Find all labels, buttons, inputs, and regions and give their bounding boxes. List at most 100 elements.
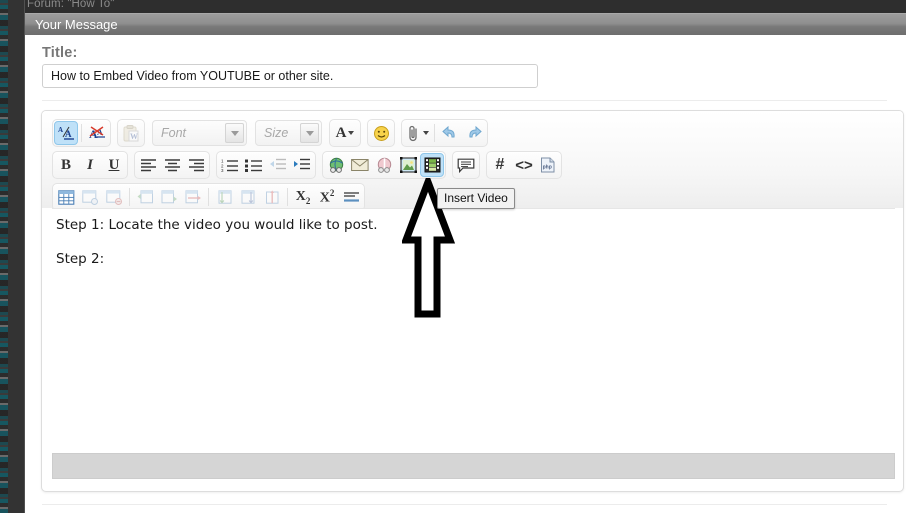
breadcrumb: Forum: "How To" bbox=[27, 0, 115, 10]
envelope-glyph bbox=[351, 159, 369, 171]
body-line-2-blank bbox=[56, 234, 895, 251]
broken-globe-glyph bbox=[377, 157, 391, 173]
bold-glyph: B bbox=[60, 156, 71, 173]
undo-icon[interactable] bbox=[438, 121, 462, 145]
insert-video-icon[interactable] bbox=[420, 153, 444, 177]
bold-icon[interactable]: B bbox=[54, 153, 78, 177]
toolbar-group-table: X2 X2 bbox=[52, 183, 365, 211]
insert-link-icon[interactable] bbox=[324, 153, 348, 177]
font-family-dropdown[interactable]: Font bbox=[152, 120, 247, 146]
unordered-list-icon[interactable] bbox=[242, 153, 266, 177]
left-rail-edge bbox=[24, 0, 25, 513]
table-properties-glyph bbox=[81, 189, 98, 205]
ordered-list-glyph: 1 2 3 bbox=[221, 159, 238, 172]
smiley-icon[interactable] bbox=[369, 121, 393, 145]
align-center-icon[interactable] bbox=[160, 153, 184, 177]
toolbar-group-smiley bbox=[367, 119, 395, 147]
toolbar-group-bius: B I U bbox=[52, 151, 128, 179]
toolbar-divider bbox=[287, 188, 288, 206]
attachment-icon[interactable] bbox=[403, 121, 431, 145]
ordered-list-icon[interactable]: 1 2 3 bbox=[218, 153, 242, 177]
redo-icon[interactable] bbox=[462, 121, 486, 145]
outdent-glyph bbox=[270, 158, 286, 170]
text-color-glyph: A bbox=[335, 124, 347, 141]
insert-row-glyph bbox=[137, 189, 153, 203]
php-file-glyph: php bbox=[541, 157, 555, 173]
paperclip-glyph bbox=[408, 125, 417, 141]
insert-hash-icon[interactable]: # bbox=[488, 153, 512, 177]
globe-link-glyph bbox=[329, 157, 343, 173]
toolbar-divider bbox=[208, 188, 209, 206]
insert-email-icon[interactable] bbox=[348, 153, 372, 177]
subscript-glyph: X2 bbox=[295, 188, 311, 206]
merge-cells-icon[interactable] bbox=[212, 185, 236, 209]
title-separator bbox=[42, 100, 887, 101]
toolbar-group-spell: A A A A bbox=[52, 119, 111, 147]
align-left-icon[interactable] bbox=[136, 153, 160, 177]
outdent-icon[interactable] bbox=[266, 153, 290, 177]
insert-column-icon[interactable] bbox=[157, 185, 181, 209]
smiley-glyph bbox=[373, 125, 389, 141]
svg-text:W: W bbox=[130, 132, 138, 141]
insert-video-tooltip: Insert Video bbox=[437, 188, 515, 209]
italic-icon[interactable]: I bbox=[78, 153, 102, 177]
insert-image-icon[interactable] bbox=[396, 153, 420, 177]
body-line-3: Step 2: bbox=[56, 251, 105, 267]
text-color-icon[interactable]: A bbox=[331, 121, 359, 145]
split-cell-glyph bbox=[241, 189, 254, 204]
font-size-dropdown[interactable]: Size bbox=[255, 120, 322, 146]
paste-word-glyph: W bbox=[123, 124, 139, 141]
toolbar-group-quote bbox=[452, 151, 480, 179]
align-right-glyph bbox=[188, 159, 204, 172]
insert-php-icon[interactable]: php bbox=[536, 153, 560, 177]
toolbar-group-align bbox=[134, 151, 210, 179]
insert-row-icon[interactable] bbox=[133, 185, 157, 209]
superscript-icon[interactable]: X2 bbox=[315, 185, 339, 209]
table-properties-icon[interactable] bbox=[78, 185, 102, 209]
insert-table-icon[interactable] bbox=[54, 185, 78, 209]
remove-formatting-icon[interactable]: A A bbox=[85, 121, 109, 145]
chevron-down-icon[interactable] bbox=[300, 123, 319, 143]
chevron-down-icon[interactable] bbox=[225, 123, 244, 143]
paste-from-word-icon[interactable]: W bbox=[119, 121, 143, 145]
left-rail bbox=[0, 0, 25, 513]
title-label: Title: bbox=[42, 45, 78, 61]
font-family-label: Font bbox=[161, 126, 187, 140]
superscript-glyph: X2 bbox=[319, 187, 335, 206]
toolbar-group-lists: 1 2 3 bbox=[216, 151, 316, 179]
bottom-separator bbox=[42, 504, 887, 505]
rich-text-editor: A A A A W Font Size A B I U 1 2 3 # <> p… bbox=[41, 110, 904, 492]
split-cell-icon[interactable] bbox=[236, 185, 260, 209]
film-strip-glyph bbox=[424, 157, 440, 173]
title-input[interactable] bbox=[42, 64, 538, 88]
svg-text:3: 3 bbox=[221, 168, 224, 172]
remove-link-icon[interactable] bbox=[372, 153, 396, 177]
underline-icon[interactable]: U bbox=[102, 153, 126, 177]
delete-row-icon[interactable] bbox=[181, 185, 205, 209]
spellcheck-glyph: A A bbox=[58, 126, 74, 140]
insert-html-icon[interactable]: <> bbox=[512, 153, 536, 177]
message-body-editor[interactable]: Step 1: Locate the video you would like … bbox=[52, 208, 895, 466]
page-root: Forum: "How To" Your Message Title: A A bbox=[0, 0, 906, 513]
delete-table-icon[interactable] bbox=[102, 185, 126, 209]
horizontal-rule-icon[interactable] bbox=[339, 185, 363, 209]
indent-icon[interactable] bbox=[290, 153, 314, 177]
align-left-glyph bbox=[140, 159, 156, 172]
font-size-label: Size bbox=[264, 126, 289, 140]
svg-text:php: php bbox=[543, 165, 552, 171]
left-rail-stripe bbox=[0, 0, 8, 513]
top-dark-band bbox=[0, 0, 906, 13]
subscript-icon[interactable]: X2 bbox=[291, 185, 315, 209]
editor-status-bar bbox=[52, 453, 895, 479]
svg-text:A: A bbox=[58, 126, 63, 134]
delete-column-icon[interactable] bbox=[260, 185, 284, 209]
indent-glyph bbox=[294, 158, 310, 170]
merge-cells-glyph bbox=[218, 189, 231, 204]
align-right-icon[interactable] bbox=[184, 153, 208, 177]
spellcheck-toggle-icon[interactable]: A A bbox=[54, 121, 78, 145]
insert-quote-icon[interactable] bbox=[454, 153, 478, 177]
toolbar-row-3: X2 X2 bbox=[52, 183, 365, 211]
delete-column-glyph bbox=[265, 189, 278, 204]
toolbar-group-code: # <> php bbox=[486, 151, 562, 179]
toolbar-group-size: Size bbox=[254, 119, 323, 147]
